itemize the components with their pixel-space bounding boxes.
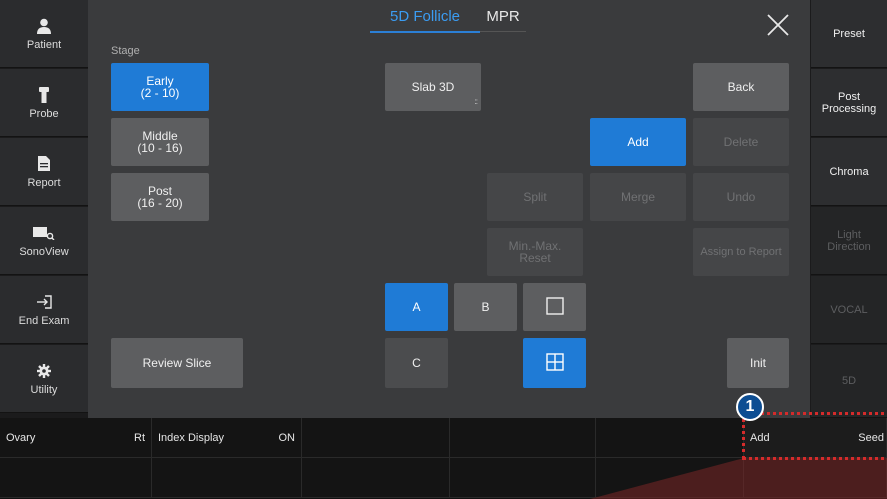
close-icon[interactable] (765, 12, 791, 38)
merge-button[interactable]: Merge (590, 173, 686, 221)
index-display-label: Index Display (158, 432, 225, 444)
init-button[interactable]: Init (727, 338, 789, 388)
stage-label: Stage (111, 45, 140, 57)
person-icon (37, 17, 51, 35)
button-label: Direction (827, 240, 871, 253)
follicle-panel: 5D Follicle MPR Stage Early (2 - 10) Mid… (88, 0, 810, 418)
gear-icon (37, 362, 51, 380)
sidebar-item-label: Report (27, 176, 61, 189)
bottom-slot-row2-1[interactable] (0, 458, 152, 498)
bottom-slot-row2-5[interactable] (596, 458, 744, 498)
sidebar-item-label: SonoView (19, 245, 69, 258)
stage-middle-button[interactable]: Middle (10 - 16) (111, 118, 209, 166)
left-sidebar: Patient Probe Report SonoView End Exam U… (0, 0, 88, 418)
index-display-toggle[interactable]: Index Display ON (152, 418, 302, 458)
chroma-button[interactable]: Chroma (811, 138, 887, 206)
sonoview-icon (33, 224, 55, 242)
exit-icon (36, 293, 52, 311)
button-label: Slab 3D (411, 80, 455, 94)
ovary-value: Rt (134, 432, 145, 444)
index-display-value: ON (278, 432, 296, 444)
5d-button[interactable]: 5D (811, 345, 887, 418)
view-a-button[interactable]: A (385, 283, 448, 331)
bottom-slot-row2-2[interactable] (152, 458, 302, 498)
button-label: (10 - 16) (137, 141, 183, 155)
vocal-button[interactable]: VOCAL (811, 276, 887, 344)
light-direction-button[interactable]: Light Direction (811, 207, 887, 275)
sidebar-item-label: Patient (26, 38, 62, 51)
post-processing-button[interactable]: Post Processing (811, 69, 887, 137)
submenu-dots-icon: :: (474, 97, 479, 106)
tab-bar: 5D Follicle MPR (370, 8, 570, 36)
button-label: Processing (821, 102, 877, 115)
callout-number-badge: 1 (736, 393, 764, 421)
quad-view-icon (545, 353, 564, 373)
sidebar-item-report[interactable]: Report (0, 138, 88, 206)
ovary-selector[interactable]: Ovary Rt (0, 418, 152, 458)
tab-5d-follicle[interactable]: 5D Follicle (370, 8, 480, 33)
split-button[interactable]: Split (487, 173, 583, 221)
view-c-button[interactable]: C (385, 338, 448, 388)
sidebar-item-end-exam[interactable]: End Exam (0, 276, 88, 344)
stage-early-button[interactable]: Early (2 - 10) (111, 63, 209, 111)
back-button[interactable]: Back (693, 63, 789, 111)
preset-button[interactable]: Preset (811, 0, 887, 68)
button-label: Post (837, 90, 860, 103)
right-panel: Preset Post Processing Chroma Light Dire… (810, 0, 887, 418)
bottom-slot-row2-3[interactable] (302, 458, 450, 498)
min-max-reset-button[interactable]: Min.-Max. Reset (487, 228, 583, 276)
button-label: (16 - 20) (137, 196, 183, 210)
button-label: Light (837, 228, 861, 241)
sidebar-item-utility[interactable]: Utility (0, 345, 88, 413)
sidebar-item-sonoview[interactable]: SonoView (0, 207, 88, 275)
delete-button[interactable]: Delete (693, 118, 789, 166)
sidebar-item-patient[interactable]: Patient (0, 0, 88, 68)
review-slice-button[interactable]: Review Slice (111, 338, 243, 388)
bottom-slot-row2-6[interactable] (744, 458, 887, 498)
bottom-slot-3[interactable] (302, 418, 450, 458)
ovary-label: Ovary (6, 432, 36, 444)
view-b-button[interactable]: B (454, 283, 517, 331)
single-view-icon (545, 297, 564, 317)
assign-to-report-button[interactable]: Assign to Report (693, 228, 789, 276)
sidebar-item-label: End Exam (18, 314, 70, 327)
quad-layout-button[interactable] (523, 338, 586, 388)
document-icon (38, 155, 50, 173)
single-layout-button[interactable] (523, 283, 586, 331)
bottom-slot-4[interactable] (450, 418, 596, 458)
add-button[interactable]: Add (590, 118, 686, 166)
sidebar-item-probe[interactable]: Probe (0, 69, 88, 137)
callout-highlight-box (742, 412, 887, 460)
bottom-slot-5[interactable] (596, 418, 744, 458)
button-label: Reset (519, 251, 551, 265)
tab-mpr[interactable]: MPR (480, 8, 526, 32)
slab-3d-button[interactable]: Slab 3D :: (385, 63, 481, 111)
undo-button[interactable]: Undo (693, 173, 789, 221)
sidebar-item-label: Probe (29, 107, 59, 120)
bottom-slot-row2-4[interactable] (450, 458, 596, 498)
stage-post-button[interactable]: Post (16 - 20) (111, 173, 209, 221)
probe-icon (39, 86, 49, 104)
button-label: (2 - 10) (140, 86, 180, 100)
sidebar-item-label: Utility (30, 383, 58, 396)
